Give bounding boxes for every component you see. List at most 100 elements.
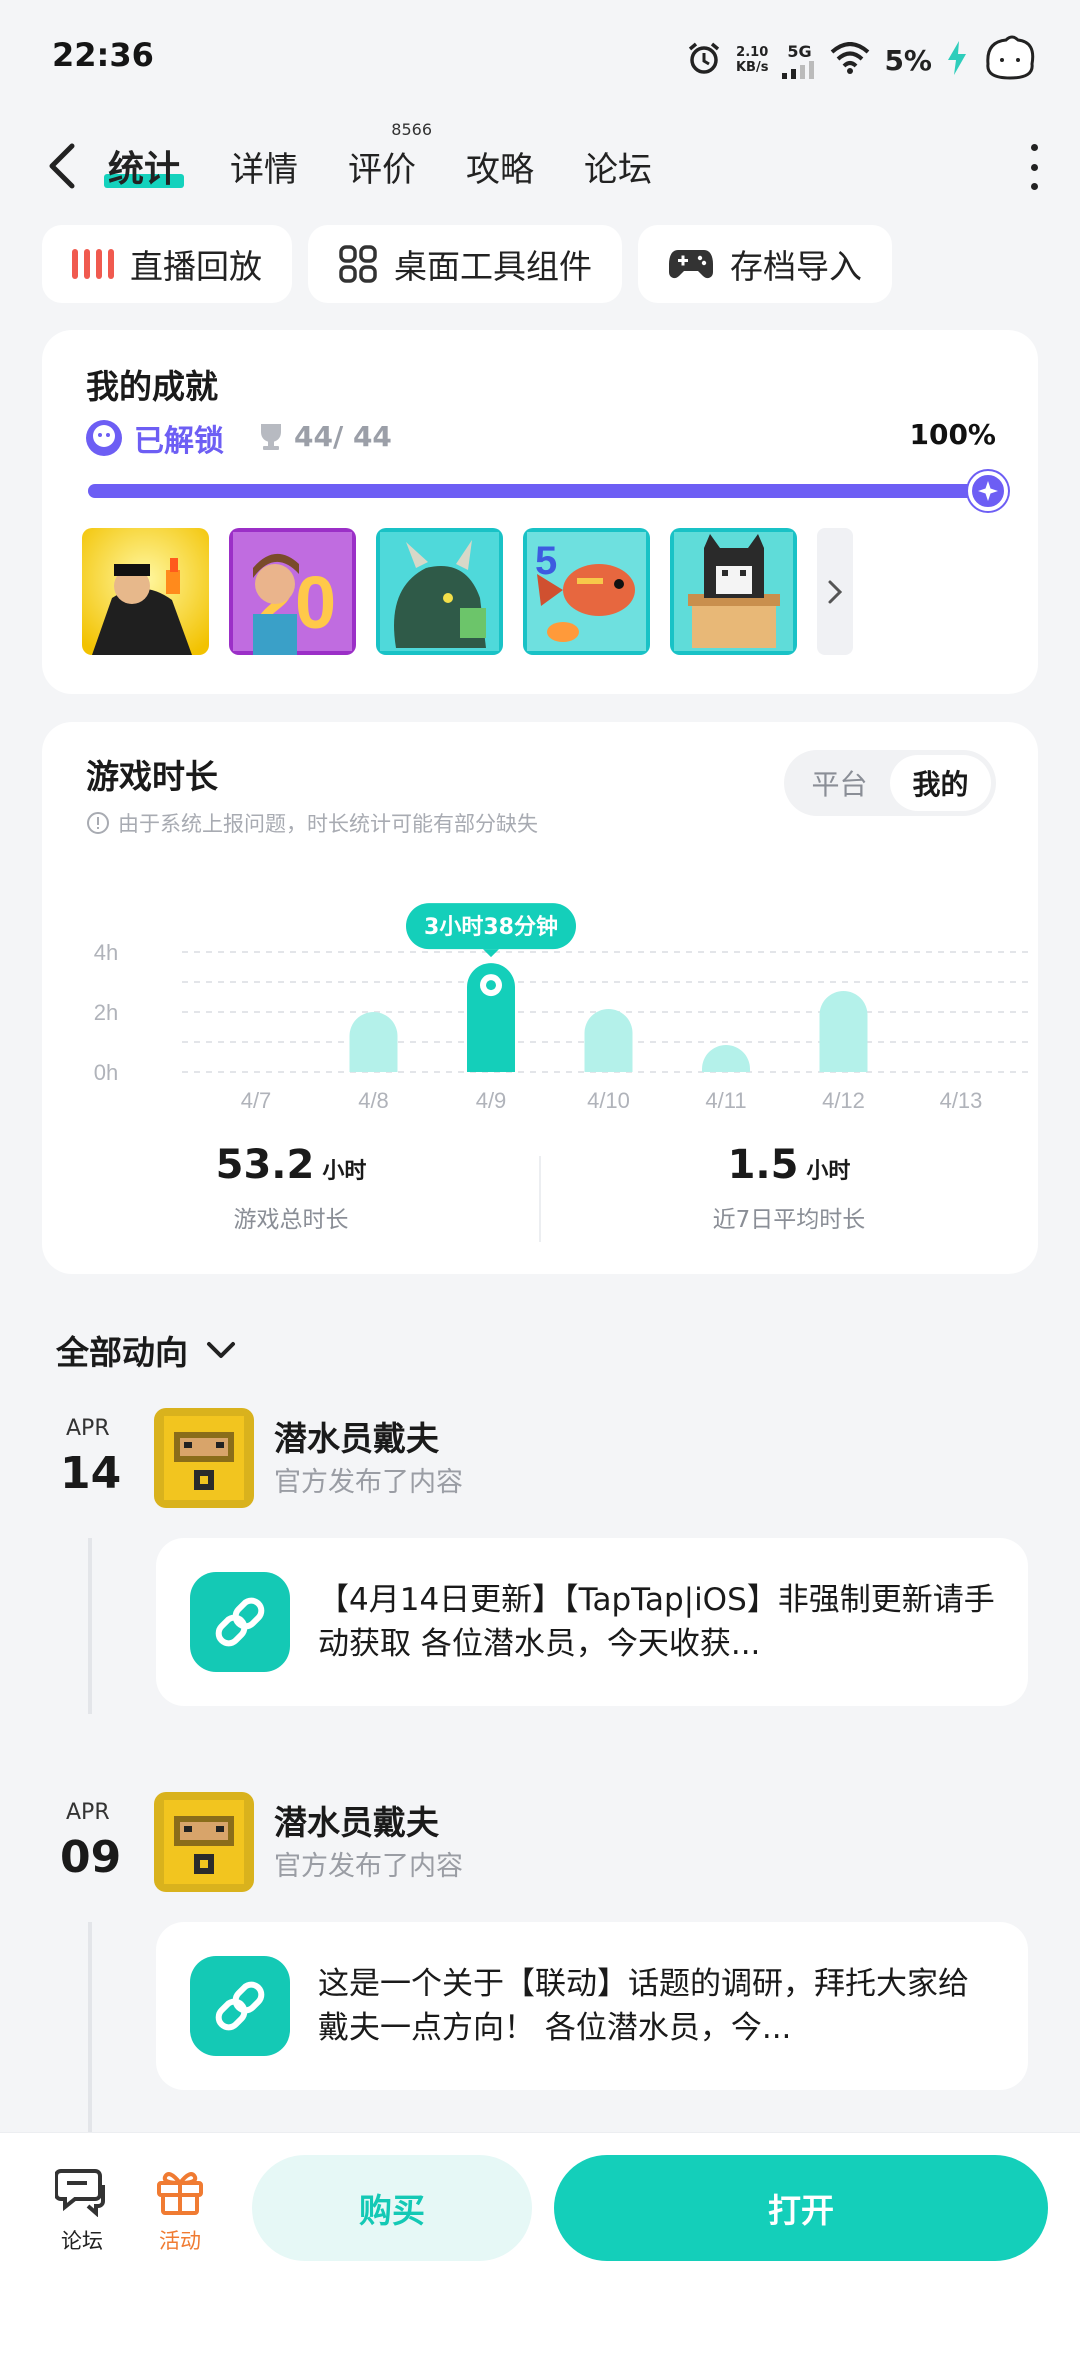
tab-reviews[interactable]: 评价 8566 [348,120,432,191]
forum-label: 论坛 [61,2229,103,2253]
post-content-card[interactable]: 这是一个关于【联动】话题的调研，拜托大家给戴夫一点方向！ 各位潜水员，今... [156,1922,1028,2090]
progress-star-icon [968,471,1008,511]
chart-tooltip-pointer [483,949,499,958]
post-content-card[interactable]: 【4月14日更新】【TapTap|iOS】非强制更新请手动获取 各位潜水员，今天… [156,1538,1028,1706]
cell-signal-icon [782,60,815,79]
unlocked-status: 已解锁 [84,416,224,460]
gift-icon [157,2172,203,2215]
quick-actions: 直播回放 桌面工具组件 存档导入 [42,225,892,303]
alarm-icon [686,40,722,80]
avg-playtime-value: 1.5 [727,1142,799,1188]
post-text: 这是一个关于【联动】话题的调研，拜托大家给戴夫一点方向！ 各位潜水员，今... [318,1966,969,2046]
total-playtime-unit: 小时 [322,1159,367,1184]
post-action: 官方发布了内容 [274,1851,463,1882]
playtime-note: 由于系统上报问题，时长统计可能有部分缺失 [86,808,538,838]
net-speed-unit: KB/s [735,60,769,75]
total-playtime-stat: 53.2 小时 游戏总时长 [42,1142,540,1234]
unlocked-label: 已解锁 [134,424,224,459]
author-avatar[interactable] [154,1408,254,1508]
more-dot-icon [1030,183,1038,190]
author-avatar[interactable] [154,1792,254,1892]
tab-forum[interactable]: 论坛 [584,142,652,191]
chart-x-tick: 4/7 [241,1088,272,1113]
tab-guides-label: 攻略 [466,149,535,190]
desktop-widget-button[interactable]: 桌面工具组件 [308,225,622,303]
achievement-badge-cat-icon[interactable] [670,528,797,655]
live-replay-button[interactable]: 直播回放 [42,225,292,303]
cell-signal: 5G [782,42,816,79]
save-import-label: 存档导入 [730,247,862,286]
charging-icon [946,41,968,79]
forum-button[interactable]: 论坛 [42,2167,122,2255]
tab-stats[interactable]: 统计 [103,140,185,192]
achievement-progress-bar [88,471,1008,511]
achievement-badge-20-icon[interactable]: 20 [229,528,356,655]
chart-x-tick: 4/11 [705,1088,746,1113]
open-button[interactable]: 打开 [554,2155,1048,2261]
more-menu-button[interactable] [1024,144,1044,190]
timeline-line [88,1538,92,1714]
chart-bar[interactable] [584,1009,633,1072]
achievement-badge-fish-icon[interactable]: 5 [523,528,650,655]
chart-bar[interactable] [702,1045,750,1072]
total-playtime-value: 53.2 [215,1142,315,1188]
back-button[interactable] [44,138,84,194]
playtime-card: 游戏时长 由于系统上报问题，时长统计可能有部分缺失 平台 我的 0h 2h 4h 4/… [42,722,1038,1274]
tab-forum-label: 论坛 [584,149,653,190]
top-nav: 统计 详情 评价 8566 攻略 论坛 [0,118,1080,214]
post-author[interactable]: 潜水员戴夫 [274,1796,439,1844]
live-replay-label: 直播回放 [130,247,262,286]
chart-bar[interactable] [349,1012,398,1072]
tab-details[interactable]: 详情 [230,142,298,191]
more-dot-icon [1030,163,1038,171]
toggle-platform[interactable]: 平台 [789,755,890,811]
widget-grid-icon [339,245,377,283]
activity-button[interactable]: 活动 [140,2167,220,2255]
post-action: 官方发布了内容 [274,1467,463,1498]
post-day: 14 [60,1448,122,1499]
network-type: 5G [787,41,812,61]
net-speed-value: 2.10 [736,45,769,60]
achievement-icons: 20 5 [82,528,853,655]
tab-guides[interactable]: 攻略 [466,142,534,191]
post-day: 09 [60,1832,122,1883]
diver-avatar-icon [154,1408,254,1508]
achievements-next-button[interactable] [817,528,853,655]
reviews-count-badge: 8566 [391,119,433,139]
achievement-badge-dragon-icon[interactable] [376,528,503,655]
save-import-button[interactable]: 存档导入 [638,225,892,303]
chart-x-tick: 4/12 [822,1088,865,1113]
battery-percent: 5% [884,43,932,77]
activity-label: 活动 [159,2229,201,2253]
avg-playtime-unit: 小时 [806,1159,851,1184]
tab-details-label: 详情 [230,149,299,190]
post-month: APR [66,1416,110,1441]
link-icon [190,1572,290,1672]
feed-filter-dropdown[interactable]: 全部动向 [56,1326,236,1374]
post-text: 【4月14日更新】【TapTap|iOS】非强制更新请手动获取 各位潜水员，今天… [318,1582,995,1662]
toggle-mine[interactable]: 我的 [890,755,991,811]
achievements-card[interactable]: 我的成就 已解锁 44/ 44 100% 20 5 [42,330,1038,694]
wifi-icon [830,42,870,78]
playtime-bar-chart: 0h 2h 4h 4/7 4/8 3小时38分钟 4/9 4/10 4/11 4/12 4/13 [94,903,1032,1113]
live-bars-icon [72,249,114,279]
achievement-progress-fill [88,484,988,498]
chart-bar[interactable] [819,991,868,1072]
playtime-title: 游戏时长 [86,757,218,796]
status-time: 22:36 [52,36,154,74]
chart-tooltip-label: 3小时38分钟 [424,914,558,940]
post-author[interactable]: 潜水员戴夫 [274,1412,439,1460]
achievement-count: 44/ 44 [258,420,392,453]
chart-x-tick: 4/8 [358,1088,389,1113]
chart-x-tick: 4/13 [940,1088,983,1113]
buy-button[interactable]: 购买 [252,2155,532,2261]
bottom-action-bar: 论坛 活动 购买 打开 [0,2132,1080,2376]
avg-playtime-label: 近7日平均时长 [712,1207,866,1233]
chat-bubbles-icon [54,2169,105,2218]
chart-y-tick: 0h [94,1060,118,1085]
chart-x-tick: 4/10 [587,1088,630,1113]
tab-bar: 统计 详情 评价 8566 攻略 论坛 [103,118,702,214]
achievement-badge-diver-icon[interactable] [82,528,209,655]
link-icon [190,1956,290,2056]
post-month: APR [66,1800,110,1825]
